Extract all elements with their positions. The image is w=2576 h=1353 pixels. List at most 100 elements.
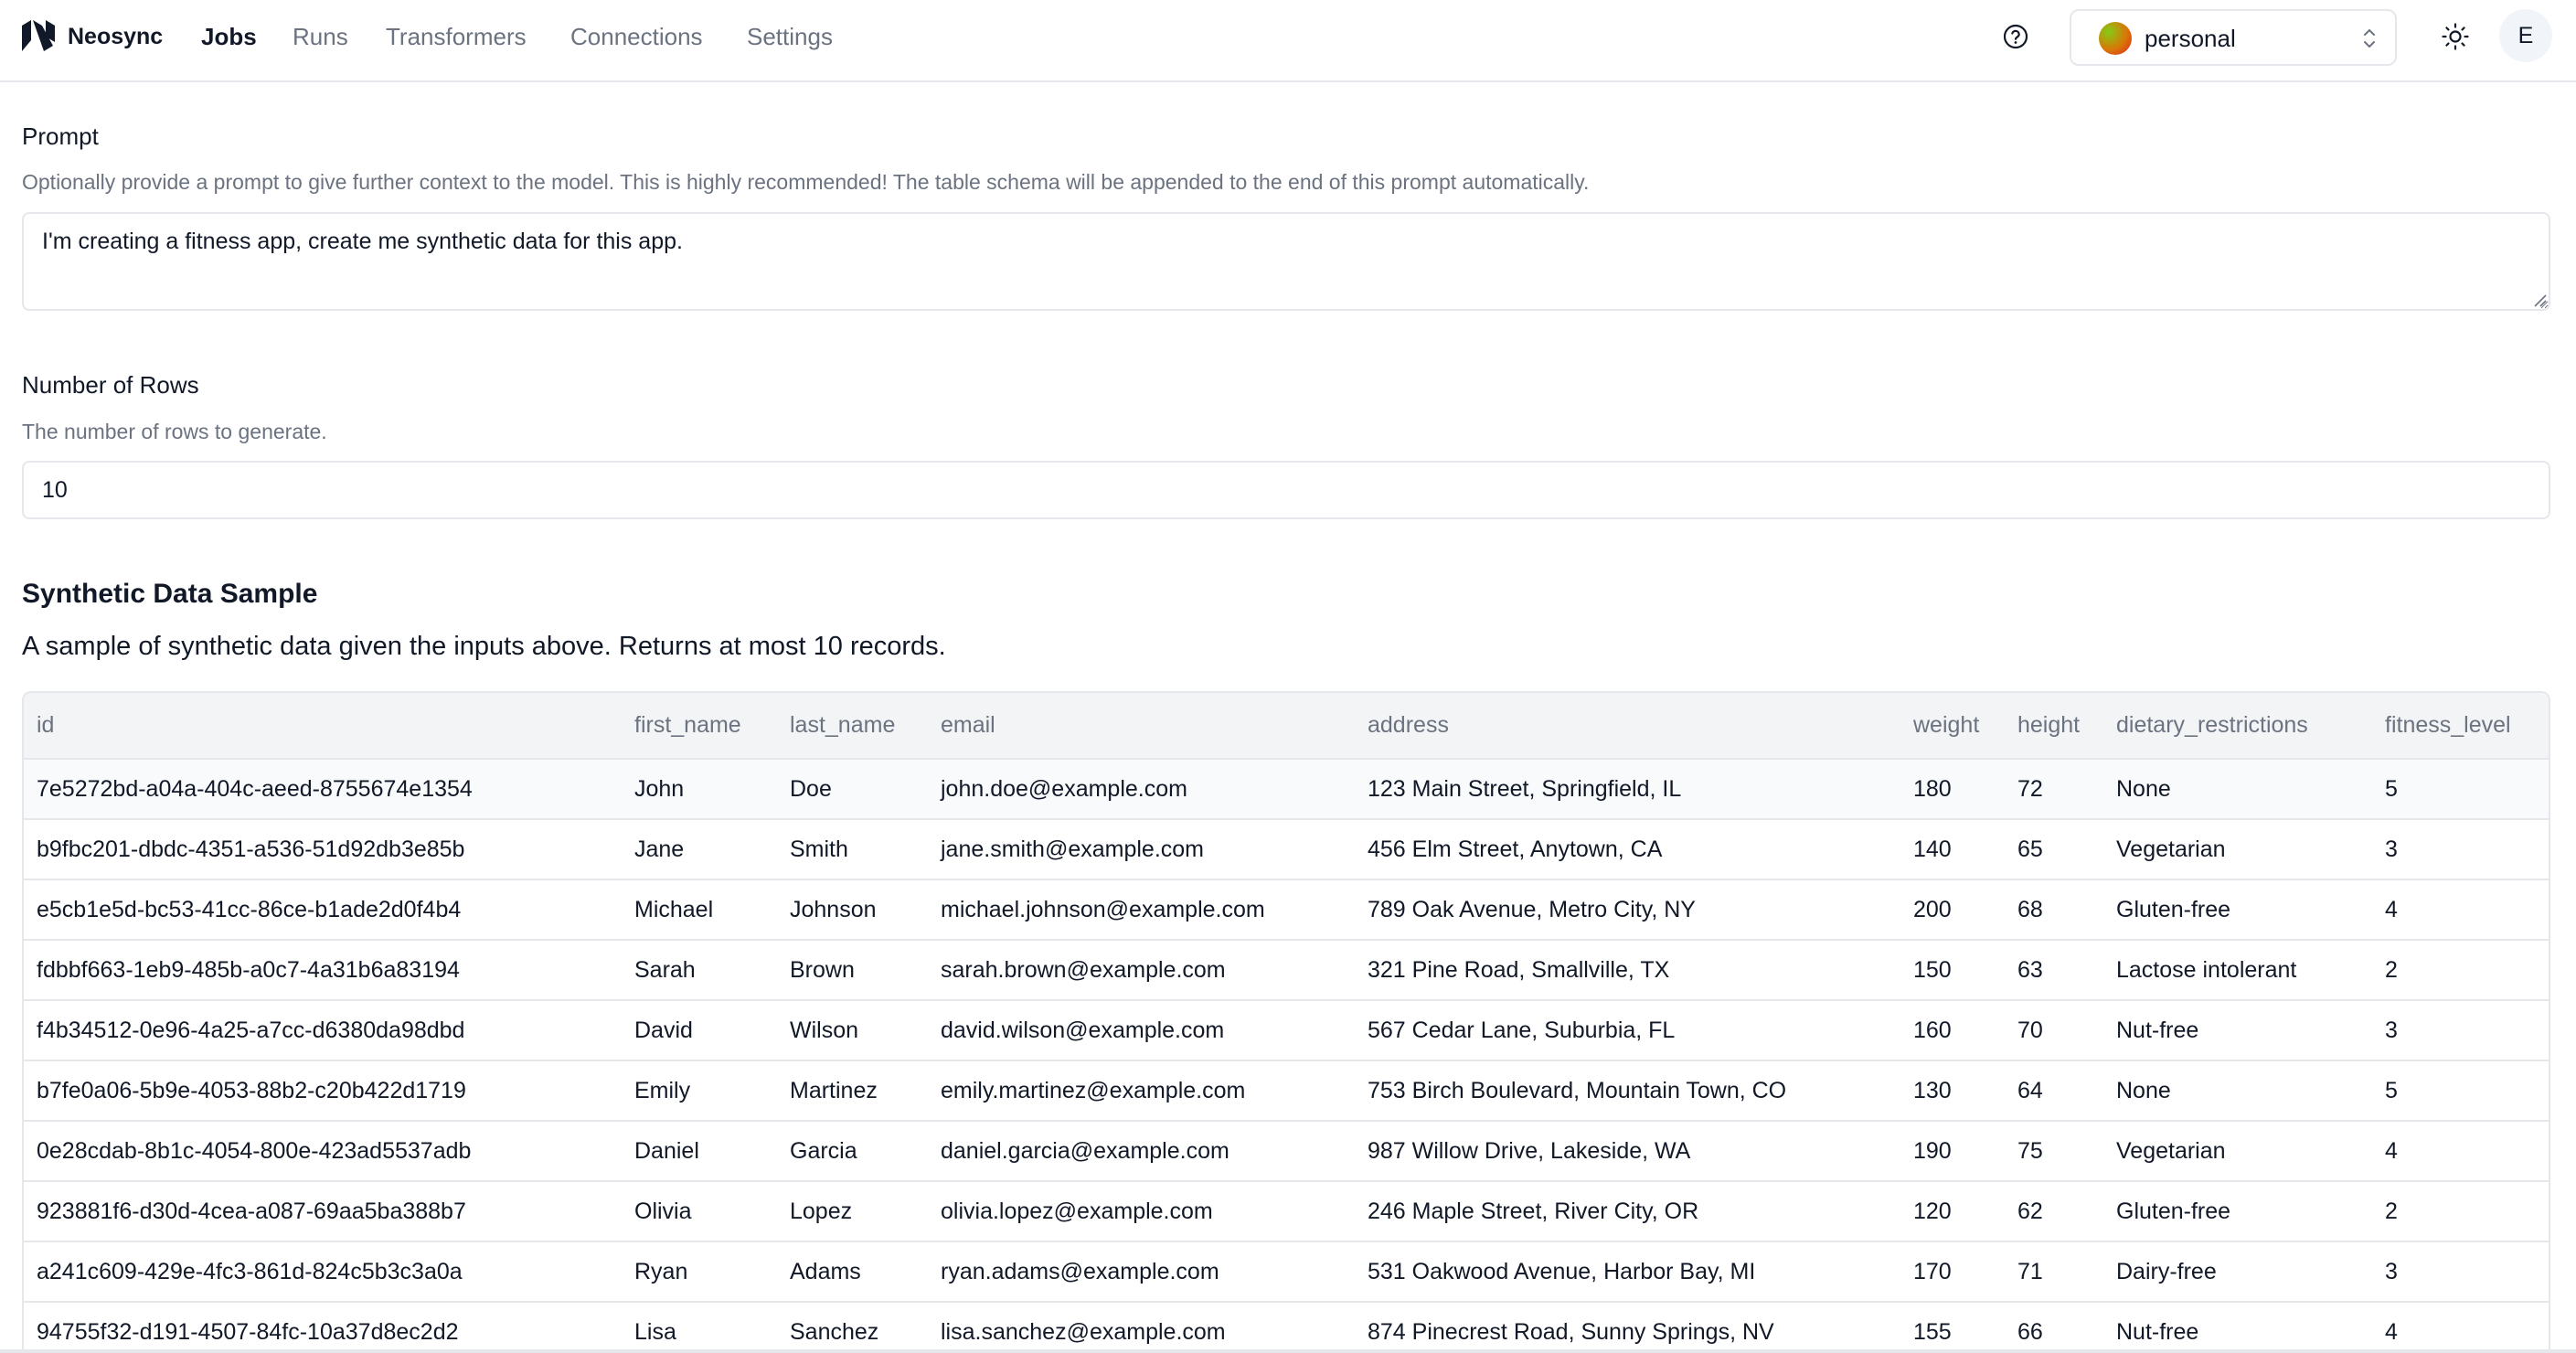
nav-link-jobs[interactable]: Jobs — [201, 20, 257, 53]
cell-weight: 200 — [1913, 896, 1952, 922]
cell-weight: 120 — [1913, 1198, 1952, 1224]
cell-address: 874 Pinecrest Road, Sunny Springs, NV — [1368, 1319, 1774, 1345]
column-header[interactable]: first_name — [622, 693, 777, 759]
cell-fitness-level: 2 — [2385, 956, 2398, 983]
cell-fitness-level: 5 — [2385, 775, 2398, 802]
cell-id: b7fe0a06-5b9e-4053-88b2-c20b422d1719 — [37, 1077, 466, 1103]
cell-first-name: John — [634, 775, 685, 802]
column-header[interactable]: fitness_level — [2372, 693, 2549, 759]
column-header[interactable]: weight — [1900, 693, 2005, 759]
cell-dietary-restrictions: Nut-free — [2116, 1017, 2199, 1043]
cell-id: b9fbc201-dbdc-4351-a536-51d92db3e85b — [37, 836, 465, 862]
prompt-description: Optionally provide a prompt to give furt… — [22, 170, 1590, 194]
nav-link-transformers[interactable]: Transformers — [386, 20, 527, 53]
cell-address: 531 Oakwood Avenue, Harbor Bay, MI — [1368, 1258, 1756, 1284]
table-row[interactable]: 0e28cdab-8b1c-4054-800e-423ad5537adb Dani… — [24, 1121, 2549, 1181]
sample-title: Synthetic Data Sample — [22, 579, 318, 609]
column-header[interactable]: height — [2005, 693, 2103, 759]
cell-first-name: Ryan — [634, 1258, 688, 1284]
cell-dietary-restrictions: Vegetarian — [2116, 1137, 2226, 1164]
cell-address: 567 Cedar Lane, Suburbia, FL — [1368, 1017, 1676, 1043]
brand-name[interactable]: Neosync — [68, 20, 163, 53]
cell-email: david.wilson@example.com — [941, 1017, 1225, 1043]
cell-last-name: Martinez — [790, 1077, 878, 1103]
cell-address: 753 Birch Boulevard, Mountain Town, CO — [1368, 1077, 1787, 1103]
cell-fitness-level: 3 — [2385, 1258, 2398, 1284]
cell-dietary-restrictions: Dairy-free — [2116, 1258, 2217, 1284]
table-row[interactable]: 923881f6-d30d-4cea-a087-69aa5ba388b7 Oliv… — [24, 1181, 2549, 1241]
table-row[interactable]: fdbbf663-1eb9-485b-a0c7-4a31b6a83194 Sara… — [24, 940, 2549, 1000]
workspace-name: personal — [2145, 25, 2236, 52]
table-row[interactable]: e5cb1e5d-bc53-41cc-86ce-b1ade2d0f4b4 Mich… — [24, 879, 2549, 940]
table-row[interactable]: f4b34512-0e96-4a25-a7cc-d6380da98dbd Davi… — [24, 1000, 2549, 1060]
table-header-row: id first_name last_name email address we… — [24, 693, 2549, 759]
cell-last-name: Smith — [790, 836, 848, 862]
cell-first-name: Sarah — [634, 956, 696, 983]
cell-first-name: Daniel — [634, 1137, 699, 1164]
cell-weight: 140 — [1913, 836, 1952, 862]
sample-table-container[interactable]: id first_name last_name email address we… — [22, 691, 2550, 1353]
column-header[interactable]: id — [24, 693, 622, 759]
sample-table: id first_name last_name email address we… — [24, 693, 2549, 1353]
cell-first-name: Jane — [634, 836, 685, 862]
table-row[interactable]: b9fbc201-dbdc-4351-a536-51d92db3e85b Jane… — [24, 819, 2549, 879]
neosync-logo-icon[interactable] — [22, 20, 59, 51]
table-row[interactable]: b7fe0a06-5b9e-4053-88b2-c20b422d1719 Emil… — [24, 1060, 2549, 1121]
cell-fitness-level: 3 — [2385, 836, 2398, 862]
cell-last-name: Lopez — [790, 1198, 853, 1224]
cell-fitness-level: 2 — [2385, 1198, 2398, 1224]
cell-email: daniel.garcia@example.com — [941, 1137, 1229, 1164]
cell-id: a241c609-429e-4fc3-861d-824c5b3c3a0a — [37, 1258, 463, 1284]
cell-weight: 130 — [1913, 1077, 1952, 1103]
column-header[interactable]: email — [928, 693, 1355, 759]
table-row[interactable]: 7e5272bd-a04a-404c-aeed-8755674e1354 John… — [24, 759, 2549, 819]
cell-email: michael.johnson@example.com — [941, 896, 1265, 922]
cell-fitness-level: 4 — [2385, 1137, 2398, 1164]
table-row[interactable]: a241c609-429e-4fc3-861d-824c5b3c3a0a Ryan… — [24, 1241, 2549, 1302]
workspace-selector[interactable]: personal — [2070, 9, 2397, 66]
cell-height: 71 — [2017, 1258, 2043, 1284]
column-header[interactable]: dietary_restrictions — [2103, 693, 2372, 759]
cell-fitness-level: 3 — [2385, 1017, 2398, 1043]
cell-dietary-restrictions: Vegetarian — [2116, 836, 2226, 862]
cell-dietary-restrictions: Gluten-free — [2116, 896, 2231, 922]
column-header[interactable]: last_name — [777, 693, 928, 759]
cell-email: john.doe@example.com — [941, 775, 1187, 802]
prompt-label: Prompt — [22, 123, 99, 150]
cell-first-name: David — [634, 1017, 693, 1043]
cell-last-name: Adams — [790, 1258, 861, 1284]
cell-last-name: Wilson — [790, 1017, 859, 1043]
cell-fitness-level: 4 — [2385, 896, 2398, 922]
cell-id: 7e5272bd-a04a-404c-aeed-8755674e1354 — [37, 775, 473, 802]
help-circle-icon[interactable] — [2002, 23, 2029, 50]
column-header[interactable]: address — [1355, 693, 1900, 759]
cell-height: 70 — [2017, 1017, 2043, 1043]
cell-weight: 170 — [1913, 1258, 1952, 1284]
cell-address: 246 Maple Street, River City, OR — [1368, 1198, 1699, 1224]
cell-email: sarah.brown@example.com — [941, 956, 1226, 983]
cell-weight: 155 — [1913, 1319, 1952, 1345]
resize-handle-icon[interactable] — [2532, 293, 2547, 307]
cell-id: 94755f32-d191-4507-84fc-10a37d8ec2d2 — [37, 1319, 459, 1345]
prompt-textarea[interactable]: I'm creating a fitness app, create me sy… — [22, 212, 2550, 311]
cell-last-name: Brown — [790, 956, 855, 983]
top-nav: Neosync Jobs Runs Transformers Connectio… — [0, 0, 2576, 82]
nav-link-settings[interactable]: Settings — [747, 20, 833, 53]
cell-height: 63 — [2017, 956, 2043, 983]
cell-height: 65 — [2017, 836, 2043, 862]
cell-fitness-level: 5 — [2385, 1077, 2398, 1103]
cell-dietary-restrictions: Gluten-free — [2116, 1198, 2231, 1224]
cell-last-name: Sanchez — [790, 1319, 879, 1345]
cell-last-name: Johnson — [790, 896, 877, 922]
cell-id: 0e28cdab-8b1c-4054-800e-423ad5537adb — [37, 1137, 472, 1164]
cell-id: f4b34512-0e96-4a25-a7cc-d6380da98dbd — [37, 1017, 465, 1043]
user-avatar[interactable]: E — [2499, 9, 2552, 62]
table-row[interactable]: 94755f32-d191-4507-84fc-10a37d8ec2d2 Lisa… — [24, 1302, 2549, 1353]
cell-height: 66 — [2017, 1319, 2043, 1345]
nav-link-connections[interactable]: Connections — [570, 20, 703, 53]
nav-link-runs[interactable]: Runs — [293, 20, 348, 53]
sun-icon[interactable] — [2441, 22, 2470, 51]
cell-height: 64 — [2017, 1077, 2043, 1103]
rows-input[interactable] — [22, 461, 2550, 519]
cell-weight: 150 — [1913, 956, 1952, 983]
